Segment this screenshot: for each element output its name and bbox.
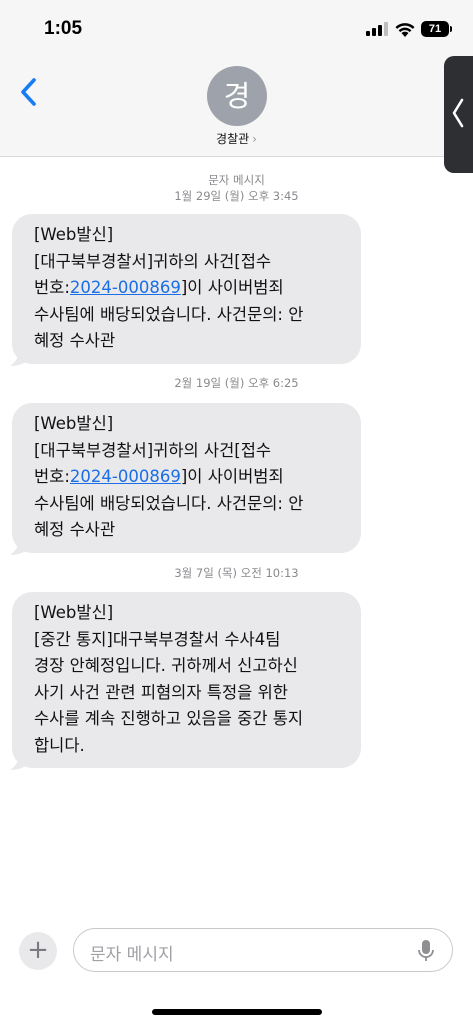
message-input[interactable]: 문자 메시지	[73, 928, 453, 972]
side-panel-chevron-icon	[452, 98, 464, 128]
message-type-label: 문자 메시지	[208, 173, 265, 187]
status-bar: 1:05 71	[0, 0, 473, 60]
side-panel-tab[interactable]	[444, 56, 473, 173]
contact-avatar[interactable]: 경	[207, 66, 267, 126]
message-text: [Web발신] [중간 통지]대구북부경찰서 수사4팀 경장 안혜정입니다. 귀…	[12, 592, 361, 768]
message-bubble[interactable]: [Web발신] [중간 통지]대구북부경찰서 수사4팀 경장 안혜정입니다. 귀…	[10, 592, 361, 770]
add-attachment-button[interactable]: +	[19, 932, 57, 970]
contact-name-button[interactable]: 경찰관 ›	[0, 130, 473, 147]
message-bubble[interactable]: [Web발신] [대구북부경찰서]귀하의 사건[접수 번호:2024-00086…	[10, 214, 361, 366]
contact-name: 경찰관	[216, 132, 250, 146]
case-number-link[interactable]: 2024-000869	[70, 467, 181, 486]
timestamp: 1월 29일 (월) 오후 3:45	[174, 189, 299, 203]
message-text: [Web발신] [대구북부경찰서]귀하의 사건[접수 번호:2024-00086…	[12, 214, 361, 364]
home-indicator[interactable]	[152, 1009, 322, 1015]
plus-icon: +	[27, 935, 49, 965]
status-time: 1:05	[44, 18, 83, 39]
chevron-right-icon: ›	[252, 132, 257, 146]
message-input-placeholder: 문자 메시지	[90, 945, 174, 965]
timestamp: 3월 7일 (목) 오전 10:13	[174, 566, 299, 580]
wifi-icon	[395, 23, 415, 37]
battery-level: 71	[421, 21, 449, 37]
battery-icon: 71	[421, 21, 453, 37]
message-bubble[interactable]: [Web발신] [대구북부경찰서]귀하의 사건[접수 번호:2024-00086…	[10, 403, 361, 555]
message-text: [Web발신] [대구북부경찰서]귀하의 사건[접수 번호:2024-00086…	[12, 403, 361, 553]
case-number-link[interactable]: 2024-000869	[70, 278, 181, 297]
back-chevron-icon[interactable]	[16, 74, 44, 110]
timestamp: 2월 19일 (월) 오후 6:25	[174, 376, 299, 390]
signal-icon	[366, 22, 388, 36]
microphone-icon[interactable]	[418, 939, 434, 963]
conversation-header: 경 경찰관 ›	[0, 60, 473, 157]
